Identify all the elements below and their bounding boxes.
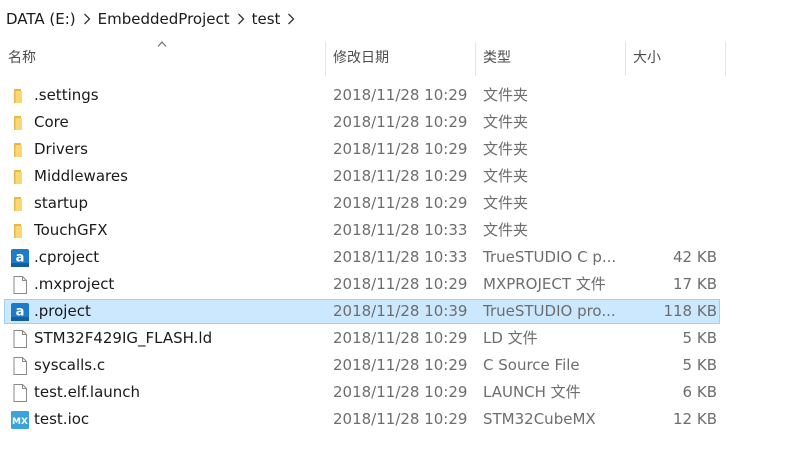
stm32cubemx-icon-label: MX — [12, 417, 28, 427]
folder-icon — [10, 221, 30, 241]
file-size: 5 KB — [682, 356, 717, 374]
file-type: 文件夹 — [483, 86, 529, 104]
column-header-size[interactable]: 大小 — [633, 40, 718, 76]
file-size — [625, 192, 717, 215]
file-type: 文件夹 — [483, 113, 529, 131]
file-date: 2018/11/28 10:29 — [333, 194, 468, 212]
file-size — [625, 219, 717, 242]
chevron-right-icon[interactable] — [80, 6, 94, 32]
file-date: 2018/11/28 10:29 — [333, 275, 468, 293]
file-name: Middlewares — [34, 167, 128, 185]
file-type: STM32CubeMX — [483, 410, 596, 428]
file-type: TrueSTUDIO pro... — [483, 302, 616, 320]
file-name: STM32F429IG_FLASH.ld — [34, 329, 213, 347]
file-size: 5 KB — [682, 329, 717, 347]
file-size — [625, 165, 717, 188]
stm32cubemx-icon: MX — [10, 410, 30, 430]
list-item[interactable]: startup 2018/11/28 10:29 文件夹 — [4, 191, 720, 216]
file-name: test.elf.launch — [34, 383, 141, 401]
truestudio-icon-letter: a — [16, 305, 25, 320]
list-item-selected[interactable]: a .project 2018/11/28 10:39 TrueSTUDIO p… — [4, 299, 720, 324]
file-date: 2018/11/28 10:39 — [333, 302, 468, 320]
truestudio-icon: a — [10, 248, 30, 268]
file-size: 118 KB — [663, 302, 717, 320]
file-size — [625, 138, 717, 161]
list-item[interactable]: .settings 2018/11/28 10:29 文件夹 — [4, 83, 720, 108]
file-size: 12 KB — [673, 410, 717, 428]
breadcrumb-item-drive[interactable]: DATA (E:) — [0, 6, 80, 32]
file-icon — [10, 383, 30, 403]
column-divider[interactable] — [475, 42, 476, 76]
chevron-right-icon[interactable] — [234, 6, 248, 32]
list-item[interactable]: test.elf.launch 2018/11/28 10:29 LAUNCH … — [4, 380, 720, 405]
file-name: .settings — [34, 86, 99, 104]
file-date: 2018/11/28 10:29 — [333, 410, 468, 428]
file-size — [625, 84, 717, 107]
file-name: Core — [34, 113, 69, 131]
file-type: C Source File — [483, 356, 580, 374]
file-name: Drivers — [34, 140, 88, 158]
file-date: 2018/11/28 10:29 — [333, 140, 468, 158]
file-date: 2018/11/28 10:29 — [333, 86, 468, 104]
folder-icon — [10, 140, 30, 160]
file-name: test.ioc — [34, 410, 90, 428]
file-type: 文件夹 — [483, 140, 529, 158]
file-size: 6 KB — [682, 383, 717, 401]
breadcrumb-item-embeddedproject[interactable]: EmbeddedProject — [94, 6, 234, 32]
list-item[interactable]: STM32F429IG_FLASH.ld 2018/11/28 10:29 LD… — [4, 326, 720, 351]
list-item[interactable]: syscalls.c 2018/11/28 10:29 C Source Fil… — [4, 353, 720, 378]
list-item[interactable]: TouchGFX 2018/11/28 10:33 文件夹 — [4, 218, 720, 243]
list-item[interactable]: .mxproject 2018/11/28 10:29 MXPROJECT 文件… — [4, 272, 720, 297]
file-type: 文件夹 — [483, 167, 529, 185]
list-item[interactable]: Drivers 2018/11/28 10:29 文件夹 — [4, 137, 720, 162]
file-name: .project — [34, 302, 91, 320]
file-type: LD 文件 — [483, 329, 538, 347]
file-date: 2018/11/28 10:33 — [333, 221, 468, 239]
truestudio-icon: a — [10, 302, 30, 322]
file-name: TouchGFX — [34, 221, 108, 239]
truestudio-icon-letter: a — [16, 251, 25, 266]
file-date: 2018/11/28 10:29 — [333, 383, 468, 401]
chevron-right-icon[interactable] — [284, 6, 298, 32]
file-date: 2018/11/28 10:29 — [333, 356, 468, 374]
folder-icon — [10, 167, 30, 187]
file-date: 2018/11/28 10:29 — [333, 167, 468, 185]
file-size: 17 KB — [673, 275, 717, 293]
file-name: .mxproject — [34, 275, 115, 293]
column-header-type[interactable]: 类型 — [483, 40, 618, 76]
breadcrumb-item-test[interactable]: test — [248, 6, 285, 32]
file-name: .cproject — [34, 248, 100, 266]
list-item[interactable]: Middlewares 2018/11/28 10:29 文件夹 — [4, 164, 720, 189]
file-size — [625, 111, 717, 134]
folder-icon — [10, 194, 30, 214]
file-icon — [10, 329, 30, 349]
file-type: LAUNCH 文件 — [483, 383, 581, 401]
list-item[interactable]: a .cproject 2018/11/28 10:33 TrueSTUDIO … — [4, 245, 720, 270]
file-icon — [10, 356, 30, 376]
file-type: TrueSTUDIO C p... — [483, 248, 617, 266]
folder-icon — [10, 113, 30, 133]
list-item[interactable]: MX test.ioc 2018/11/28 10:29 STM32CubeMX… — [4, 407, 720, 432]
column-header-name[interactable]: 名称 — [8, 40, 318, 76]
file-icon — [10, 275, 30, 295]
breadcrumb: DATA (E:) EmbeddedProject test — [0, 0, 793, 37]
column-header-date[interactable]: 修改日期 — [333, 40, 468, 76]
file-explorer-window: DATA (E:) EmbeddedProject test 名称 修改日期 类… — [0, 0, 793, 465]
column-header: 名称 修改日期 类型 大小 — [0, 40, 793, 76]
file-name: syscalls.c — [34, 356, 106, 374]
column-divider[interactable] — [725, 42, 726, 76]
file-date: 2018/11/28 10:33 — [333, 248, 468, 266]
file-name: startup — [34, 194, 88, 212]
column-divider[interactable] — [625, 42, 626, 76]
file-date: 2018/11/28 10:29 — [333, 113, 468, 131]
folder-icon — [10, 86, 30, 106]
list-item[interactable]: Core 2018/11/28 10:29 文件夹 — [4, 110, 720, 135]
file-size: 42 KB — [673, 248, 717, 266]
file-date: 2018/11/28 10:29 — [333, 329, 468, 347]
file-type: 文件夹 — [483, 194, 529, 212]
file-type: 文件夹 — [483, 221, 529, 239]
column-divider[interactable] — [325, 42, 326, 76]
file-type: MXPROJECT 文件 — [483, 275, 606, 293]
